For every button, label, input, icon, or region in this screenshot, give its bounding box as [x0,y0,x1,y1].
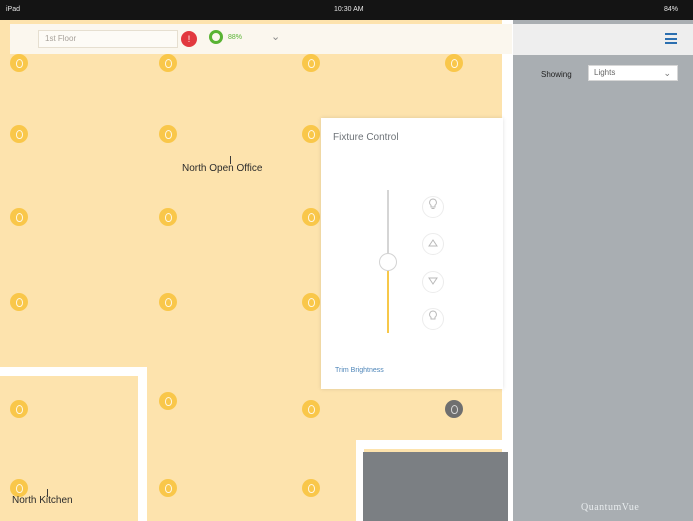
brightness-down-icon[interactable] [422,271,444,293]
brightness-slider-thumb[interactable] [379,252,397,271]
bulb-icon [15,212,23,222]
alert-icon[interactable]: ! [181,31,197,47]
light-fixture[interactable] [10,125,28,143]
bulb-icon [15,58,23,68]
energy-ring-icon[interactable] [209,30,223,44]
room-label-north-open-office: North Open Office [182,163,263,174]
wall [502,20,513,521]
light-fixture[interactable] [10,208,28,226]
carrier-label: iPad [6,6,21,13]
light-fixture[interactable] [302,54,320,72]
equipment-zone [363,452,508,521]
showing-select[interactable]: Lights ⌄ [588,65,678,81]
bulb-icon [15,129,23,139]
bulb-icon [164,483,172,493]
light-fixture[interactable] [159,479,177,497]
chevron-down-icon[interactable]: ⌄ [271,30,280,43]
bulb-icon [450,404,458,414]
room-label-north-kitchen: North Kitchen [12,495,73,506]
bulb-icon [450,58,458,68]
bulb-icon [15,404,23,414]
bulb-icon [164,297,172,307]
battery-indicator: 84% [664,6,679,13]
floor-toolbar: 1st Floor ! 88% ⌄ [10,24,512,54]
room-marker [230,156,231,164]
light-fixture[interactable] [302,479,320,497]
showing-label: Showing [541,70,572,79]
bulb-icon [307,297,315,307]
wall [138,367,147,521]
room-marker [47,489,48,497]
clock: 10:30 AM [334,6,364,13]
wall [0,367,147,376]
bulb-icon [15,297,23,307]
bulb-icon [307,129,315,139]
trim-brightness-link[interactable]: Trim Brightness [335,367,384,374]
showing-value: Lights [594,68,616,77]
light-fixture[interactable] [10,293,28,311]
bulb-icon [15,483,23,493]
light-fixture[interactable] [302,125,320,143]
brightness-slider-fill [387,261,389,333]
light-fixture-selected[interactable] [445,400,463,418]
light-fixture[interactable] [159,293,177,311]
light-fixture[interactable] [159,208,177,226]
light-fixture[interactable] [10,400,28,418]
fixture-control-panel: Fixture Control Trim Brightness [321,118,503,389]
wall [356,440,513,449]
fixture-control-title: Fixture Control [333,132,399,143]
bulb-icon [307,404,315,414]
light-off-icon[interactable] [422,308,444,330]
light-fixture[interactable] [302,400,320,418]
light-on-icon[interactable] [422,196,444,218]
brightness-up-icon[interactable] [422,233,444,255]
light-fixture[interactable] [159,54,177,72]
light-fixture[interactable] [302,208,320,226]
floor-select[interactable]: 1st Floor [38,30,178,48]
side-panel: Showing Lights ⌄ QuantumVue [513,20,693,521]
energy-percent: 88% [228,34,243,41]
chevron-down-icon: ⌄ [663,68,671,78]
hamburger-icon[interactable] [665,33,677,44]
light-fixture[interactable] [159,392,177,410]
bulb-icon [164,212,172,222]
light-fixture[interactable] [10,54,28,72]
bulb-icon [307,58,315,68]
light-fixture[interactable] [159,125,177,143]
light-fixture[interactable] [445,54,463,72]
bulb-icon [164,396,172,406]
bulb-icon [307,483,315,493]
side-panel-header [513,24,693,55]
light-fixture[interactable] [302,293,320,311]
bulb-icon [164,58,172,68]
bulb-icon [164,129,172,139]
status-bar: iPad 10:30 AM 84% [0,0,693,20]
brand-logo: QuantumVue [581,502,640,513]
bulb-icon [307,212,315,222]
